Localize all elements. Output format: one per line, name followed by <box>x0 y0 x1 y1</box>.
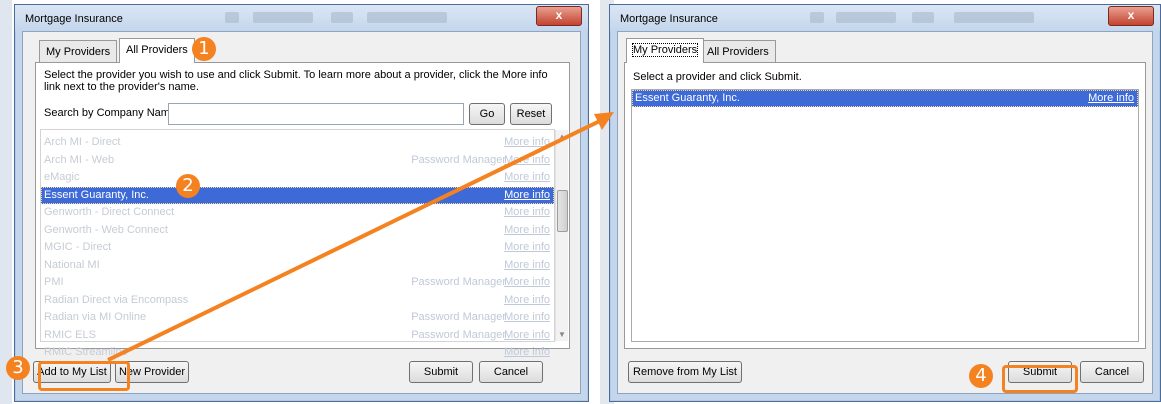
step-1-callout: 1 <box>192 37 216 61</box>
annotation-arrow <box>107 112 614 362</box>
arrow-line <box>107 116 607 362</box>
add-to-list-highlight <box>38 361 130 391</box>
step-3-callout: 3 <box>6 356 30 380</box>
step-4-callout: 4 <box>969 364 993 388</box>
step-2-callout: 2 <box>176 174 200 198</box>
submit-highlight <box>1002 365 1078 393</box>
